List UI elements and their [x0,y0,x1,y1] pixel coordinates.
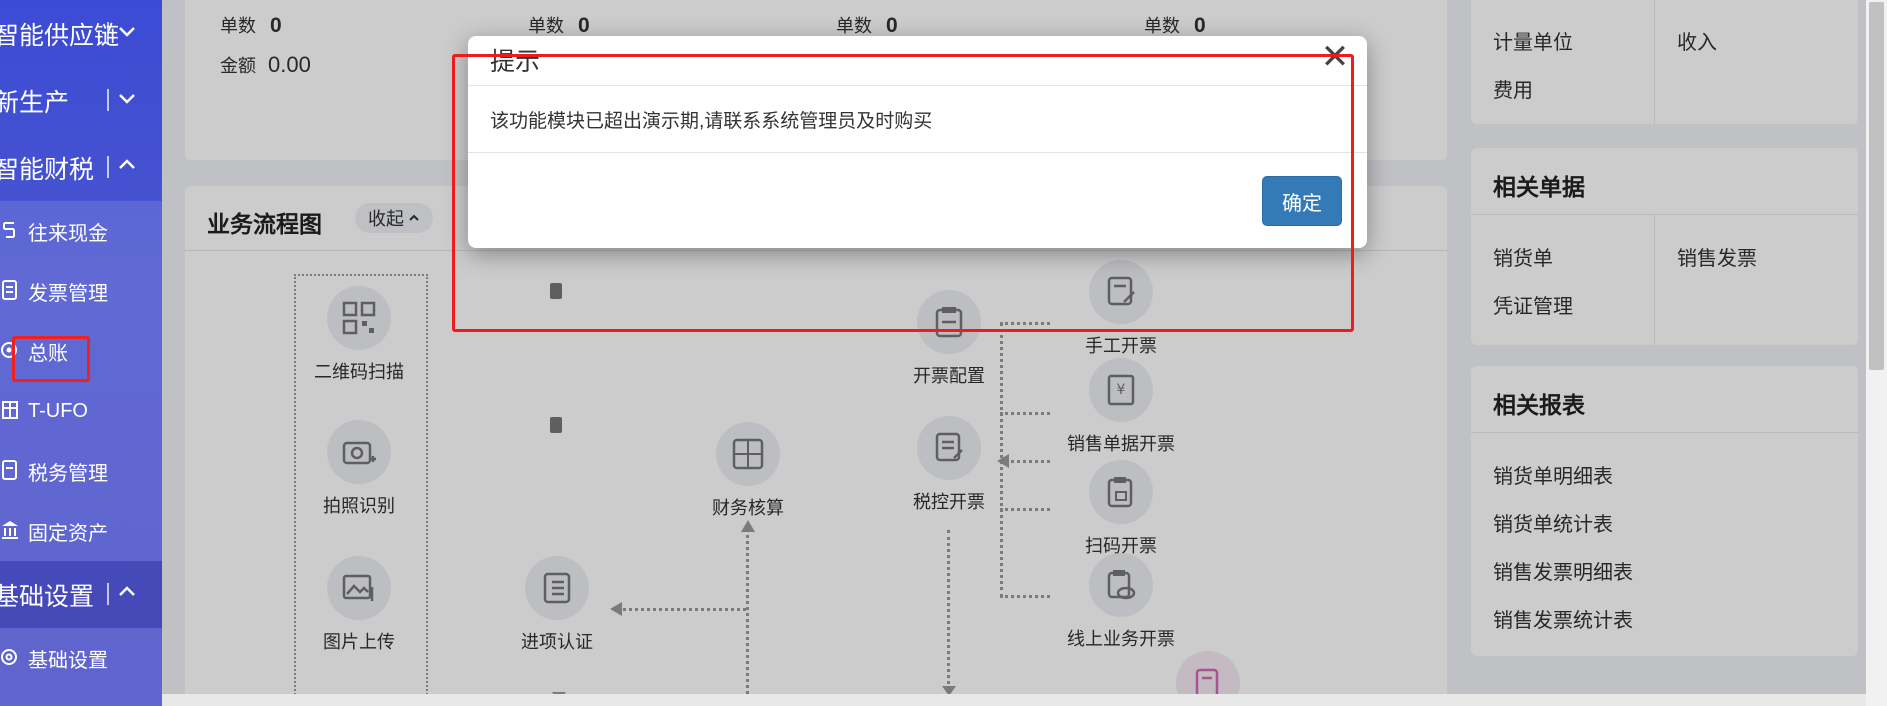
chevron-up-icon [119,159,135,169]
sidebar-item-basic-settings[interactable]: 基础设置 [0,628,162,688]
sidebar-item-label: 往来现金 [28,222,108,245]
sidebar-group-label: 智能财税 [0,155,95,184]
ledger-highlight-box [12,336,90,382]
sidebar-item-label: 税务管理 [28,462,108,485]
chevron-down-icon [119,27,135,37]
sidebar-group-finance-tax[interactable]: 智能财税 [0,134,162,201]
sidebar-item-tax[interactable]: 税务管理 [0,441,162,501]
sidebar-item-invoice[interactable]: 发票管理 [0,261,162,321]
ok-button[interactable]: 确定 [1262,176,1342,226]
sidebar-group-production[interactable]: 新生产 [0,67,162,134]
bank-icon [2,521,18,539]
scrollbar-thumb[interactable] [1869,2,1884,370]
dialog-title: 提示 [490,48,541,76]
divider [107,583,109,605]
sidebar-group-basic-settings[interactable]: 基础设置 [0,561,162,628]
sidebar-group-label: 新生产 [0,88,70,117]
dialog-message: 该功能模块已超出演示期,请联系系统管理员及时购买 [490,111,933,132]
horizontal-scrollbar[interactable] [162,694,1866,706]
divider [468,152,1367,153]
sidebar-group-label: 基础设置 [0,582,95,611]
close-icon[interactable]: ✕ [1318,40,1352,74]
table-icon [2,401,18,419]
exchange-icon [3,222,15,238]
divider [107,89,109,111]
sidebar-item-tufo[interactable]: T-UFO [0,381,162,441]
invoice-icon [2,280,17,300]
sidebar-item-label: T-UFO [28,399,88,422]
sidebar-item-label: 固定资产 [28,522,108,545]
chevron-up-icon [119,586,135,596]
gear-icon [1,649,17,665]
sidebar-item-label: 基础设置 [28,649,108,672]
alert-dialog: 提示 ✕ 该功能模块已超出演示期,请联系系统管理员及时购买 确定 [468,36,1367,248]
sidebar-item-label: 发票管理 [28,282,108,305]
divider [107,156,109,178]
chevron-down-icon [119,94,135,104]
sidebar-group-label: 智能供应链 [0,21,120,50]
divider [107,22,109,44]
divider [468,85,1367,86]
sidebar-group-supply-chain[interactable]: 智能供应链 [0,0,162,67]
vertical-scrollbar[interactable] [1866,0,1887,706]
sidebar-item-assets[interactable]: 固定资产 [0,501,162,561]
tax-doc-icon [2,460,17,480]
sidebar-submenu-basic: 基础设置 [0,628,162,706]
sidebar-item-cash[interactable]: 往来现金 [0,201,162,261]
